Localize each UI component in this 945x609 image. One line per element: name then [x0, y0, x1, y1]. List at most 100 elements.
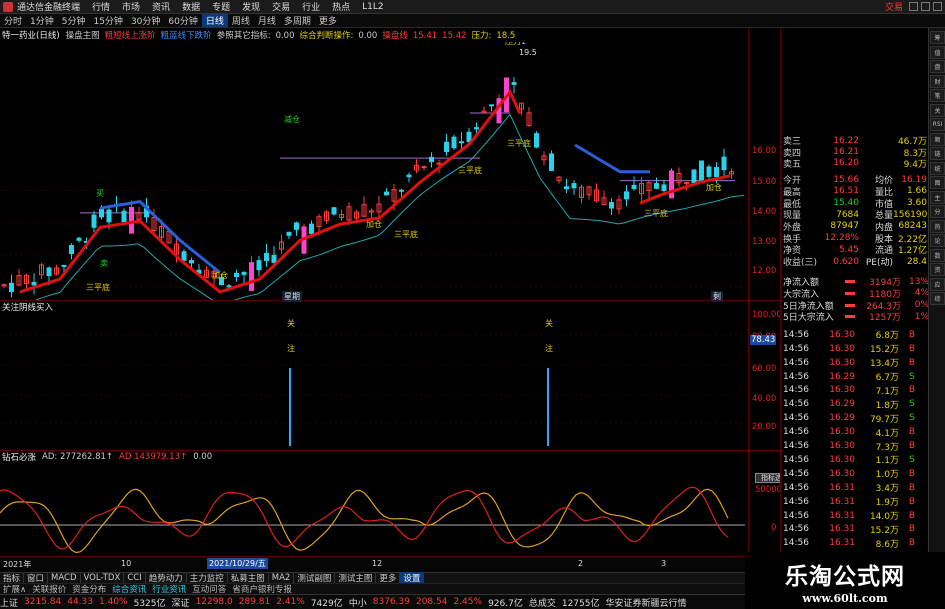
index-status-item: 深证 [171, 598, 190, 609]
candle-body [721, 156, 727, 171]
sidebar-tab[interactable]: 主 [930, 190, 945, 204]
sidebar-tab[interactable]: 论 [930, 234, 945, 247]
time-axis-label: 12 [372, 559, 383, 568]
ask-row[interactable]: 卖五 16.20 9.4万 [781, 158, 929, 170]
tick-trade-row: 14:56 16.31 1.9万 B [781, 496, 929, 509]
indicator2-svg[interactable] [0, 463, 748, 556]
period-monthly[interactable]: 月线 [254, 14, 280, 27]
candle-body [309, 223, 314, 234]
stat-value: 15.66 [833, 174, 859, 185]
indicator-tab[interactable]: VOL-TDX [81, 573, 125, 583]
time-axis-label: 10 [121, 559, 132, 568]
sidebar-tab[interactable]: RSI [930, 118, 945, 131]
sidebar-tab[interactable]: 综 [930, 292, 945, 305]
tick-trade-row: 14:56 16.31 8.6万 B [781, 538, 929, 550]
stat-value: 1.66 [906, 186, 927, 197]
candle-body [549, 153, 554, 171]
candle-body [699, 160, 704, 181]
candle-body [264, 252, 269, 262]
menu-item-l1l2[interactable]: L1L2 [362, 2, 383, 12]
sidebar-tab[interactable]: 图 [930, 176, 945, 189]
sidebar-tab[interactable]: 筹 [930, 31, 945, 44]
trade-direction: S [909, 371, 915, 382]
candle-body [631, 184, 637, 190]
indicator-tab[interactable]: MA2 [269, 573, 295, 583]
stat-value: 5.45 [838, 244, 859, 255]
kline-chart-svg[interactable]: 三平底三平底三平底三平底三平底加仓加仓加仓减仓买卖压力119.5 [0, 36, 748, 317]
sidebar-tab[interactable]: 盘 [930, 60, 945, 73]
site-watermark: 乐淘公式网 www.60lt.com [745, 552, 945, 609]
indicator-tab[interactable]: CCI [124, 573, 146, 583]
trade-time: 14:56 [783, 385, 809, 396]
period-daily[interactable]: 日线 [201, 14, 228, 27]
candle-body [691, 169, 697, 183]
menu-item-news[interactable]: 资讯 [152, 0, 170, 13]
sidebar-tab[interactable]: 应 [930, 277, 945, 291]
menu-item-hot[interactable]: 热点 [332, 0, 350, 13]
sidebar-tab[interactable]: 链 [930, 147, 945, 160]
indicator-tab-bar: 指标 窗口 MACD VOL-TDX CCI 趋势动力 主力监控 私募主图 MA2 测试副图 测试主… [0, 572, 780, 584]
menu-item-discover[interactable]: 发现 [242, 0, 260, 13]
sidebar-tab[interactable]: 数 [930, 248, 945, 262]
candle-body [421, 166, 427, 169]
period-15min[interactable]: 15分钟 [89, 14, 126, 27]
sidebar-tab[interactable]: 统 [930, 161, 945, 175]
period-60min[interactable]: 60分钟 [164, 14, 201, 27]
menu-item-industry[interactable]: 行业 [302, 0, 320, 13]
period-more[interactable]: 更多 [315, 14, 341, 27]
period-30min[interactable]: 30分钟 [127, 14, 164, 27]
menu-item-market[interactable]: 行情 [92, 0, 110, 13]
trade-price: 16.29 [829, 399, 855, 410]
indicator2-value: AD 143979.13↑ [119, 452, 188, 462]
indicator1-name: 关注阴线买入 [2, 303, 54, 313]
candle-body [31, 281, 37, 286]
minimize-icon[interactable] [909, 2, 918, 11]
sidebar-tab[interactable]: 笔 [930, 89, 945, 102]
period-1min[interactable]: 1分钟 [26, 14, 58, 27]
watermark-title: 乐淘公式网 [785, 563, 905, 590]
capital-flow-row: 5日净流入额 264.3万 0% [781, 299, 929, 312]
menu-item-topics[interactable]: 专题 [212, 0, 230, 13]
ind1-axis-label: 100.00 [752, 310, 782, 320]
period-intraday[interactable]: 分时 [0, 14, 26, 27]
menu-item-trade[interactable]: 交易 [272, 0, 290, 13]
candle-body [76, 237, 82, 241]
tick-trade-row: 14:56 16.31 3.4万 B [781, 482, 929, 495]
flow-bar [845, 291, 855, 295]
kline-chart-area[interactable]: 三平底三平底三平底三平底三平底加仓加仓加仓减仓买卖压力119.5 [0, 36, 748, 317]
sidebar-tab[interactable]: 财 [930, 74, 945, 88]
indicator2-chart[interactable] [0, 463, 748, 556]
period-weekly[interactable]: 周线 [228, 14, 254, 27]
period-5min[interactable]: 5分钟 [58, 14, 90, 27]
sidebar-tab[interactable]: 分 [930, 205, 945, 218]
trade-time: 14:56 [783, 496, 809, 507]
index-status-item: 总成交 [528, 598, 556, 609]
indicator-tag: 15.41 [412, 31, 438, 41]
maximize-icon[interactable] [921, 2, 930, 11]
stat-value: 3.60 [906, 198, 927, 209]
candle-body [451, 136, 457, 149]
menu-item-data[interactable]: 数据 [182, 0, 200, 13]
sidebar-tab[interactable]: 顺 [930, 132, 945, 146]
kline-signal-label: 三平底 [458, 165, 482, 175]
indicator2-value: 0.00 [193, 452, 213, 462]
trade-time: 14:56 [783, 343, 809, 354]
menu-item-markets[interactable]: 市场 [122, 0, 140, 13]
stat-value: 16.51 [833, 186, 859, 197]
indicator1-chart[interactable] [0, 313, 748, 449]
main-price-axis: 16.00 15.00 14.00 13.00 12.00 [748, 28, 780, 300]
sidebar-tab[interactable]: 热 [930, 219, 945, 233]
sidebar-tab[interactable]: 关 [930, 103, 945, 117]
indicator-tab[interactable]: MACD [48, 573, 81, 583]
quote-panel: 卖三 16.22 46.7万 卖四 16.21 8.3万 卖五 16.20 9.4万 今开 15.6… [780, 28, 929, 580]
period-multi[interactable]: 多周期 [280, 14, 315, 27]
kline-signal-label: 三平底 [394, 229, 418, 239]
close-icon[interactable] [933, 2, 942, 11]
indicator1-svg[interactable] [0, 313, 748, 449]
indicator-tag: 粗短线上涨阶 [104, 31, 156, 41]
sidebar-tab[interactable]: 值 [930, 45, 945, 59]
kline-signal-label: 买 [96, 189, 104, 198]
trade-button[interactable]: 交易 [885, 0, 903, 13]
trade-time: 14:56 [783, 510, 809, 521]
sidebar-tab[interactable]: 资 [930, 263, 945, 276]
